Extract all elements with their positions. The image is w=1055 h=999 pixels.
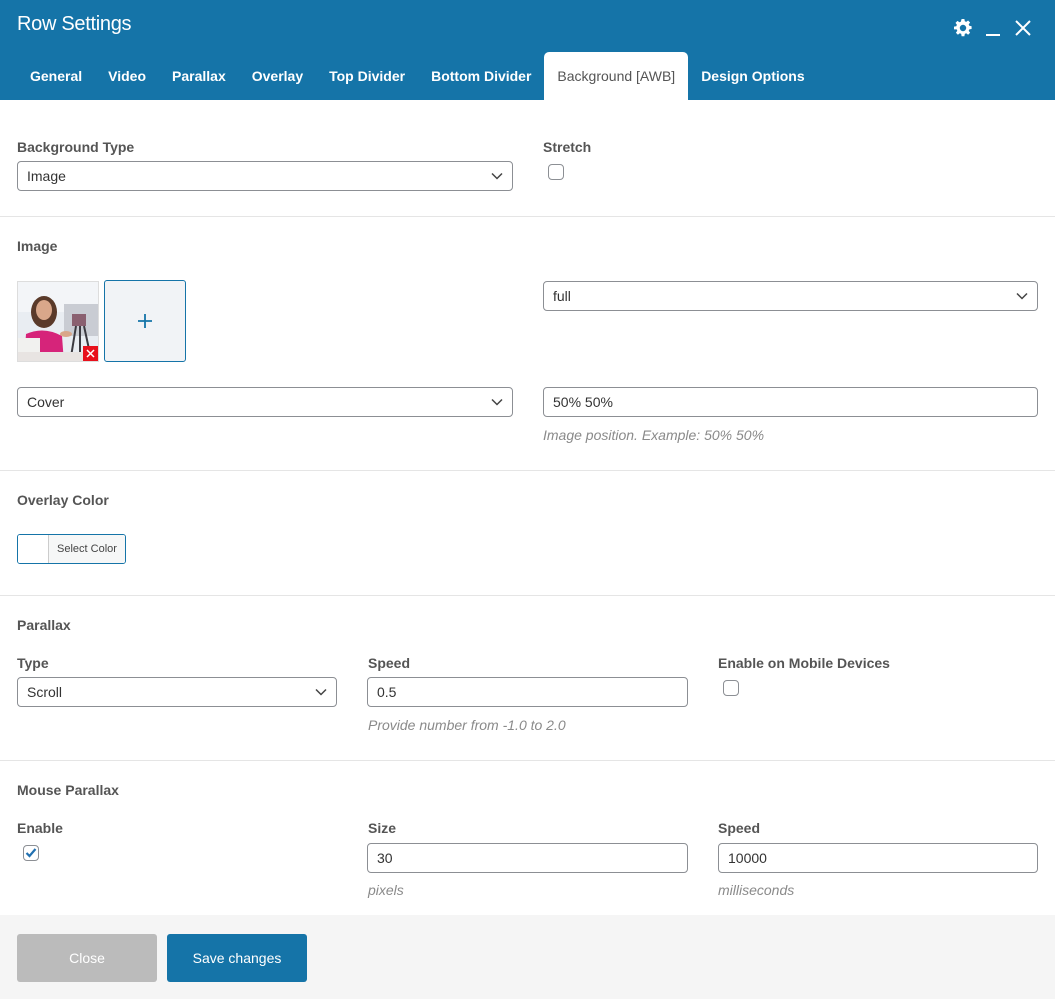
parallax-speed-input[interactable]: 0.5: [367, 677, 688, 707]
stretch-checkbox[interactable]: [548, 164, 564, 180]
tab-general[interactable]: General: [17, 52, 95, 100]
image-size-select[interactable]: full: [543, 281, 1038, 311]
close-button[interactable]: Close: [17, 934, 157, 982]
image-position-input[interactable]: 50% 50%: [543, 387, 1038, 417]
mouse-parallax-speed-hint: milliseconds: [718, 882, 795, 898]
tab-bar: General Video Parallax Overlay Top Divid…: [17, 52, 818, 100]
remove-x-icon[interactable]: [83, 346, 98, 361]
modal-title: Row Settings: [17, 13, 132, 35]
parallax-speed-label: Speed: [368, 655, 411, 671]
image-size-value: full: [553, 288, 571, 304]
save-changes-button[interactable]: Save changes: [167, 934, 307, 982]
tab-video[interactable]: Video: [95, 52, 159, 100]
close-icon[interactable]: [1011, 16, 1035, 40]
window-controls: [951, 16, 1035, 40]
mobile-devices-label: Enable on Mobile Devices: [718, 655, 890, 671]
gear-icon[interactable]: [951, 16, 975, 40]
parallax-label: Parallax: [17, 617, 71, 633]
overlay-color-label: Overlay Color: [17, 492, 109, 508]
tab-design-options[interactable]: Design Options: [688, 52, 817, 100]
mouse-parallax-enable-checkbox[interactable]: [23, 845, 39, 861]
tab-top-divider[interactable]: Top Divider: [316, 52, 418, 100]
background-type-select[interactable]: Image: [17, 161, 513, 191]
mobile-devices-checkbox[interactable]: [723, 680, 739, 696]
tab-overlay[interactable]: Overlay: [239, 52, 316, 100]
mouse-parallax-size-hint: pixels: [368, 882, 404, 898]
image-label: Image: [17, 238, 58, 254]
background-type-label: Background Type: [17, 139, 135, 155]
checkmark-icon: [25, 848, 37, 858]
parallax-type-select[interactable]: Scroll: [17, 677, 337, 707]
mouse-parallax-size-label: Size: [368, 820, 397, 836]
overlay-color-section: [0, 471, 1055, 596]
color-swatch: [18, 535, 49, 563]
mouse-parallax-size-input[interactable]: 30: [367, 843, 688, 873]
mouse-parallax-enable-label: Enable: [17, 820, 63, 836]
image-fit-value: Cover: [27, 394, 65, 410]
parallax-speed-hint: Provide number from -1.0 to 2.0: [368, 717, 566, 733]
background-type-value: Image: [27, 168, 66, 184]
modal-header: Row Settings General Video Parallax Over…: [0, 0, 1055, 100]
chevron-down-icon: [491, 172, 503, 180]
minimize-icon[interactable]: [981, 16, 1005, 40]
tab-parallax[interactable]: Parallax: [159, 52, 239, 100]
mouse-parallax-label: Mouse Parallax: [17, 782, 119, 798]
parallax-type-label: Type: [17, 655, 49, 671]
stretch-label: Stretch: [543, 139, 592, 155]
image-thumbnail[interactable]: [17, 281, 99, 362]
select-color-button[interactable]: Select Color: [17, 534, 126, 564]
mouse-parallax-speed-label: Speed: [718, 820, 761, 836]
parallax-type-value: Scroll: [27, 684, 63, 700]
image-position-hint: Image position. Example: 50% 50%: [543, 427, 765, 443]
modal-footer: Close Save changes: [0, 915, 1055, 999]
select-color-label: Select Color: [49, 535, 125, 563]
mouse-parallax-speed-input[interactable]: 10000: [718, 843, 1038, 873]
tab-background-awb[interactable]: Background [AWB]: [544, 52, 689, 100]
background-type-section: [0, 100, 1055, 217]
image-fit-select[interactable]: Cover: [17, 387, 513, 417]
add-image-button[interactable]: [104, 280, 186, 362]
chevron-down-icon: [491, 398, 503, 406]
chevron-down-icon: [1016, 292, 1028, 300]
tab-bottom-divider[interactable]: Bottom Divider: [418, 52, 544, 100]
plus-icon: [138, 314, 152, 328]
chevron-down-icon: [315, 688, 327, 696]
